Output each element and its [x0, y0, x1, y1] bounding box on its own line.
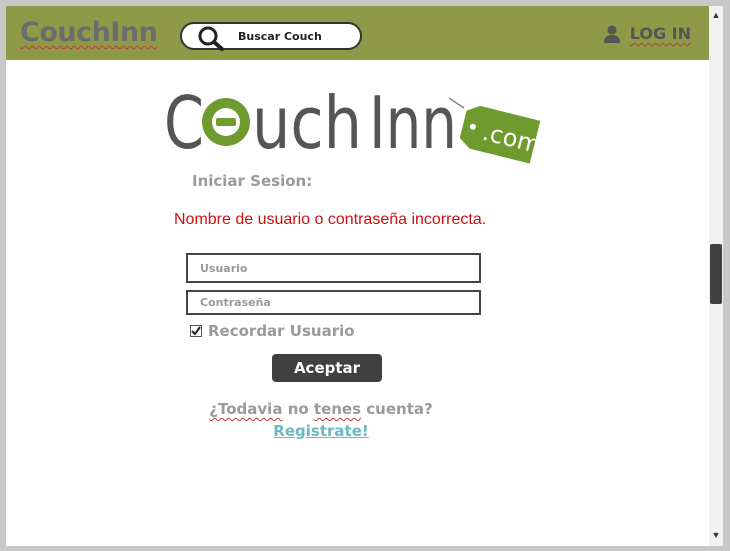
- scrollbar-thumb[interactable]: [710, 244, 722, 304]
- search-icon[interactable]: [196, 25, 226, 51]
- remember-me[interactable]: Recordar Usuario: [190, 322, 355, 340]
- remember-checkbox[interactable]: [190, 325, 202, 337]
- login-heading: Iniciar Sesion:: [192, 172, 312, 190]
- top-navbar: CouchInn Buscar Couch LOG IN: [6, 6, 709, 60]
- search-box[interactable]: Buscar Couch: [180, 22, 362, 51]
- username-input[interactable]: [186, 253, 481, 283]
- svg-text:C: C: [164, 81, 204, 165]
- password-input[interactable]: [186, 290, 481, 315]
- browser-viewport: CouchInn Buscar Couch LOG IN C uch Inn .…: [6, 6, 709, 546]
- arrow-up-icon[interactable]: ▲: [709, 8, 723, 22]
- no-account-word-1: ¿Todavia: [209, 400, 283, 418]
- user-icon: [603, 25, 620, 43]
- no-account-word-3: tenes: [313, 400, 362, 418]
- brand-link[interactable]: CouchInn: [20, 17, 158, 48]
- arrow-down-icon[interactable]: ▼: [709, 528, 723, 542]
- svg-text:uch: uch: [252, 81, 362, 165]
- submit-button[interactable]: Aceptar: [272, 354, 382, 382]
- login-link[interactable]: LOG IN: [603, 24, 691, 43]
- search-placeholder: Buscar Couch: [238, 30, 322, 43]
- check-icon: [191, 326, 201, 336]
- no-account-text: ¿Todavia no tenes cuenta?: [6, 400, 636, 418]
- couchinn-logo: C uch Inn .com: [164, 81, 544, 165]
- register-link[interactable]: Registrate!: [6, 422, 636, 440]
- remember-label: Recordar Usuario: [208, 322, 355, 340]
- login-error-message: Nombre de usuario o contraseña incorrect…: [174, 211, 487, 228]
- login-heading-text: Iniciar Sesion:: [192, 172, 313, 190]
- svg-text:Inn: Inn: [369, 81, 457, 165]
- no-account-word-4: cuenta?: [366, 400, 433, 418]
- login-label: LOG IN: [629, 24, 691, 43]
- vertical-scrollbar[interactable]: ▲ ▼: [709, 6, 723, 546]
- no-account-word-2: no: [287, 400, 309, 418]
